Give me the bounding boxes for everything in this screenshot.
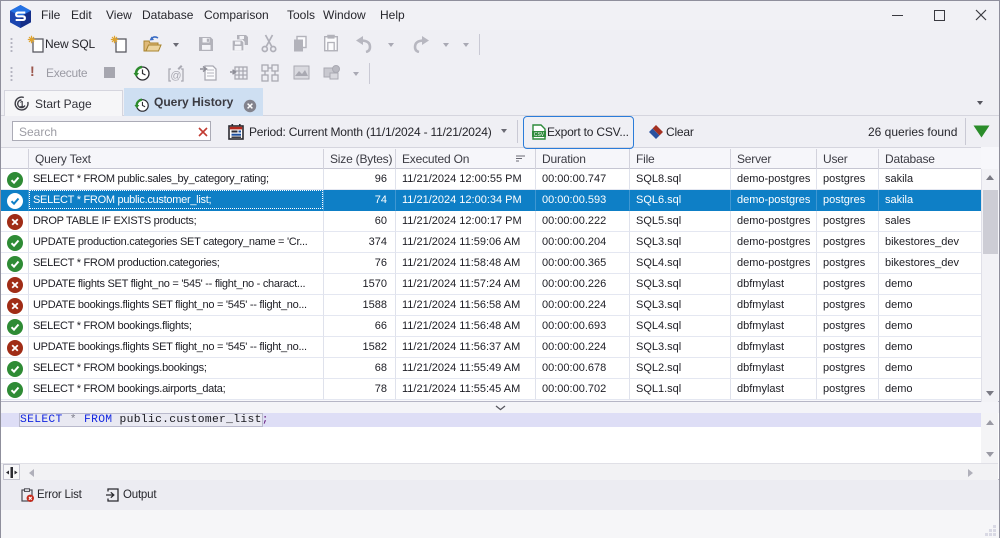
svg-text:1: 1 xyxy=(20,99,25,109)
svg-text:@: @ xyxy=(170,70,181,82)
